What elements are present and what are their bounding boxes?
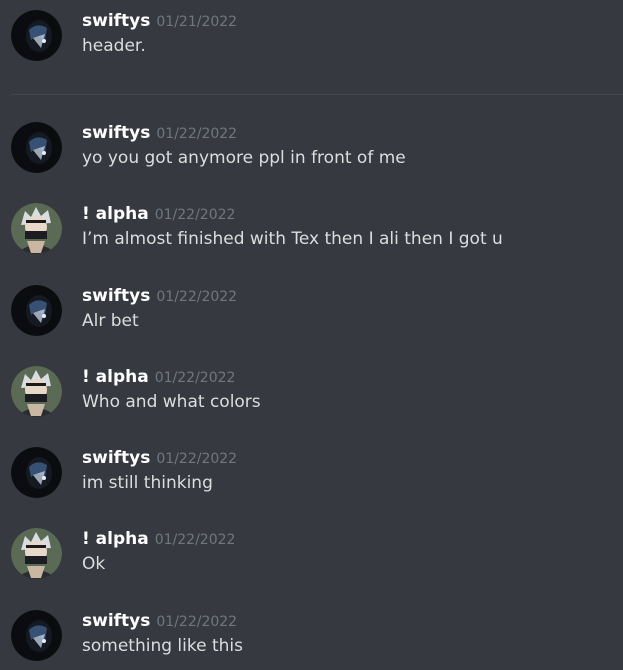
swiftys-avatar[interactable] (11, 285, 62, 336)
chat-message: swiftys 01/22/2022 yo you got anymore ppl… (0, 122, 623, 182)
alpha-avatar[interactable] (11, 366, 62, 417)
message-header: swiftys 01/22/2022 (82, 285, 237, 307)
message-author[interactable]: ! alpha (82, 204, 149, 224)
message-content: yo you got anymore ppl in front of me (82, 148, 406, 168)
message-header: ! alpha 01/22/2022 (82, 528, 235, 550)
swiftys-avatar[interactable] (11, 122, 62, 173)
chat-message: swiftys 01/21/2022 header. (0, 10, 623, 70)
message-timestamp: 01/21/2022 (156, 14, 238, 30)
message-author[interactable]: swiftys (82, 611, 150, 631)
message-content: Alr bet (82, 311, 139, 331)
message-author[interactable]: swiftys (82, 123, 150, 143)
chat-message: swiftys 01/22/2022 Alr bet (0, 285, 623, 345)
swiftys-avatar[interactable] (11, 447, 62, 498)
message-header: swiftys 01/22/2022 (82, 122, 237, 144)
message-timestamp: 01/22/2022 (156, 289, 238, 305)
chat-message: ! alpha 01/22/2022 I’m almost finished wi… (0, 203, 623, 263)
message-timestamp: 01/22/2022 (154, 207, 236, 223)
message-header: ! alpha 01/22/2022 (82, 203, 235, 225)
message-header: swiftys 01/21/2022 (82, 10, 237, 32)
chat-message: ! alpha 01/22/2022 Ok (0, 528, 623, 588)
message-content: something like this (82, 636, 243, 656)
chat-message-list: swiftys 01/21/2022 header. swiftys 01/22/2… (0, 0, 623, 664)
alpha-avatar[interactable] (11, 528, 62, 579)
swiftys-avatar[interactable] (11, 610, 62, 661)
chat-message: swiftys 01/22/2022 something like this (0, 610, 623, 670)
message-content: header. (82, 36, 146, 56)
message-header: ! alpha 01/22/2022 (82, 366, 235, 388)
chat-message: ! alpha 01/22/2022 Who and what colors (0, 366, 623, 426)
message-timestamp: 01/22/2022 (156, 614, 238, 630)
message-content: Who and what colors (82, 392, 261, 412)
message-author[interactable]: swiftys (82, 286, 150, 306)
date-divider (11, 94, 623, 95)
message-timestamp: 01/22/2022 (156, 126, 238, 142)
message-author[interactable]: swiftys (82, 11, 150, 31)
chat-message: swiftys 01/22/2022 im still thinking (0, 447, 623, 507)
message-timestamp: 01/22/2022 (154, 532, 236, 548)
swiftys-avatar[interactable] (11, 10, 62, 61)
message-content: Ok (82, 554, 106, 574)
message-content: im still thinking (82, 473, 213, 493)
message-timestamp: 01/22/2022 (156, 451, 238, 467)
message-header: swiftys 01/22/2022 (82, 610, 237, 632)
message-author[interactable]: swiftys (82, 448, 150, 468)
message-author[interactable]: ! alpha (82, 367, 149, 387)
message-header: swiftys 01/22/2022 (82, 447, 237, 469)
alpha-avatar[interactable] (11, 203, 62, 254)
message-content: I’m almost finished with Tex then I ali … (82, 229, 503, 249)
message-timestamp: 01/22/2022 (154, 370, 236, 386)
message-author[interactable]: ! alpha (82, 529, 149, 549)
